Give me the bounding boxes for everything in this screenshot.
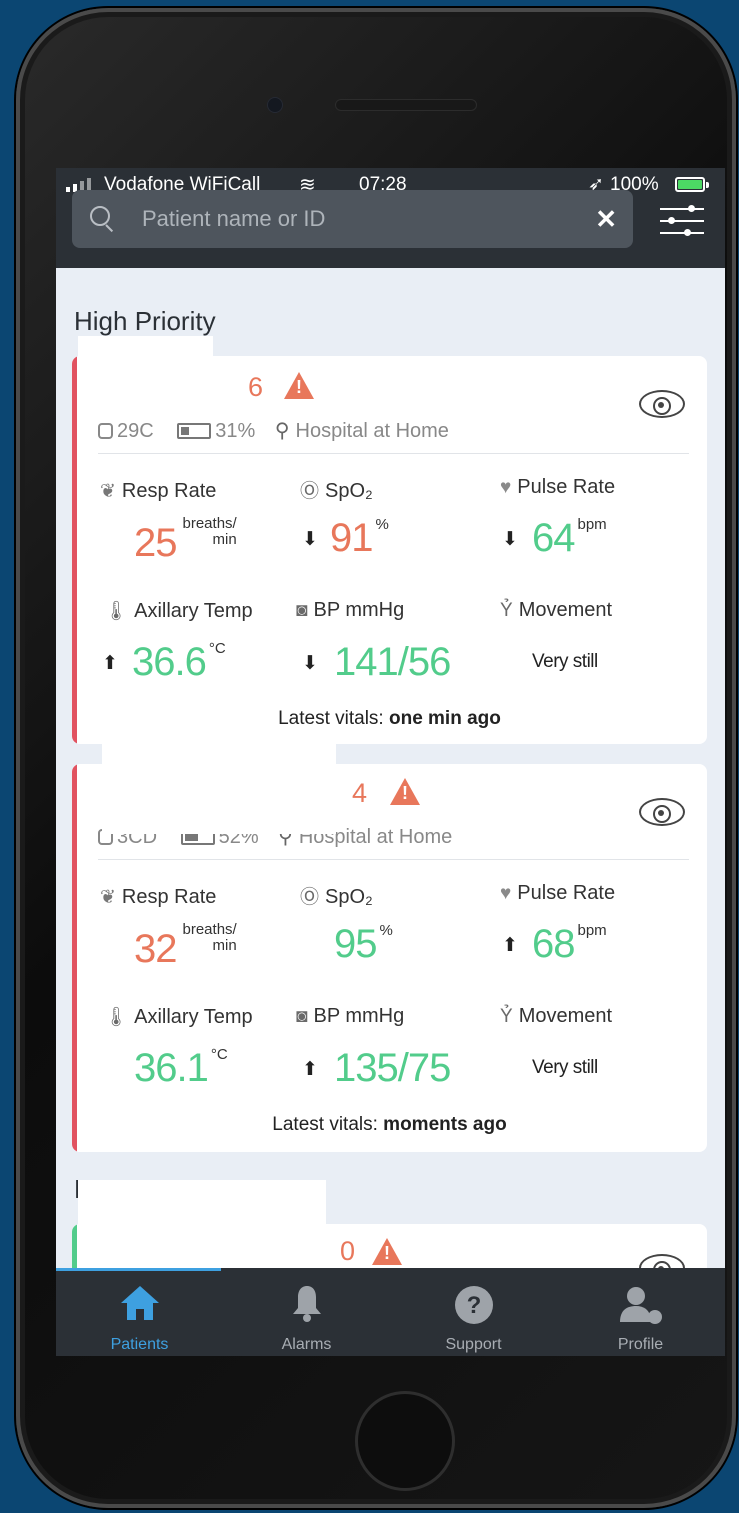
watch-eye-icon[interactable] xyxy=(639,798,685,826)
movement-label: Ỷ Movement xyxy=(500,1005,613,1027)
heart-icon: ♥ xyxy=(500,477,512,498)
pulse-rate-label: ♥ Pulse Rate xyxy=(500,476,616,498)
bp-label: ◙ BP mmHg xyxy=(296,1005,405,1027)
device-id: 29C xyxy=(117,420,154,442)
device-battery: 31% xyxy=(215,420,256,442)
spo2-label: Ⓞ SpO₂ xyxy=(300,886,373,908)
spo2-label: Ⓞ SpO₂ xyxy=(300,480,373,502)
device-icon xyxy=(98,423,113,439)
temp-value: 36.6 °C xyxy=(132,640,226,684)
thermometer-icon: 🌡 xyxy=(104,601,129,622)
bp-cuff-icon: ◙ xyxy=(296,600,308,621)
alert-count: 0 xyxy=(340,1236,356,1266)
warning-icon xyxy=(372,1238,402,1265)
bell-icon xyxy=(292,1286,321,1322)
search-icon xyxy=(90,206,110,226)
temp-label: 🌡 Axillary Temp xyxy=(104,600,253,622)
watch-eye-icon[interactable] xyxy=(639,390,685,418)
trend-up-arrow: ⬆ xyxy=(502,935,518,956)
clear-search-icon[interactable]: ✕ xyxy=(595,204,617,235)
home-icon xyxy=(120,1286,159,1320)
trend-up-arrow: ⬆ xyxy=(302,1059,318,1080)
filter-sliders-icon[interactable] xyxy=(660,200,704,240)
bp-value: 135/75 xyxy=(334,1046,451,1090)
bp-label: ◙ BP mmHg xyxy=(296,599,405,621)
device-battery-icon xyxy=(177,423,212,439)
trend-down-arrow: ⬇ xyxy=(302,653,318,674)
home-button[interactable] xyxy=(355,1391,455,1491)
bottom-tab-bar: Patients Alarms ? Support Profile xyxy=(56,1268,725,1356)
pulse-rate-value: 64 bpm xyxy=(532,516,607,560)
svg-text:?: ? xyxy=(466,1292,481,1319)
warning-icon xyxy=(284,372,314,399)
search-input[interactable] xyxy=(140,202,564,236)
resp-rate-label: ❦ Resp Rate xyxy=(100,480,217,502)
thermometer-icon: 🌡 xyxy=(104,1007,129,1028)
divider xyxy=(98,859,689,860)
redacted-patient-name xyxy=(102,744,336,834)
app-screen: Vodafone WiFiCall ≋ 07:28 ➶ 100% ✕ High … xyxy=(56,168,725,1356)
question-icon: ? xyxy=(454,1286,493,1324)
lungs-icon: ❦ xyxy=(100,481,116,502)
temp-label: 🌡 Axillary Temp xyxy=(104,1006,253,1028)
trend-down-arrow: ⬇ xyxy=(302,529,318,550)
priority-indicator xyxy=(72,764,77,1152)
movement-value: Very still xyxy=(532,651,598,672)
patient-meta: 29C 31% ⚲ Hospital at Home xyxy=(98,418,449,443)
latest-vitals: Latest vitals: moments ago xyxy=(272,1114,507,1135)
lungs-icon: ❦ xyxy=(100,887,116,908)
tab-alarms[interactable]: Alarms xyxy=(223,1268,390,1356)
latest-vitals: Latest vitals: one min ago xyxy=(278,708,501,729)
resp-rate-value: 25 breaths/min xyxy=(134,515,237,566)
profile-icon xyxy=(619,1287,662,1324)
front-camera xyxy=(267,97,283,113)
spo2-value: 95% xyxy=(334,922,393,966)
search-bar[interactable]: ✕ xyxy=(72,190,633,248)
movement-value: Very still xyxy=(532,1057,598,1078)
movement-label: Ỷ Movement xyxy=(500,599,613,621)
bp-value: 141/56 xyxy=(334,640,451,684)
alert-count: 6 xyxy=(248,372,264,402)
pulse-rate-value: 68 bpm xyxy=(532,922,607,966)
priority-indicator xyxy=(72,356,77,744)
redacted-patient-name xyxy=(78,1180,326,1274)
tab-support[interactable]: ? Support xyxy=(390,1268,557,1356)
trend-down-arrow: ⬇ xyxy=(502,529,518,550)
patient-location: Hospital at Home xyxy=(295,420,449,442)
oxygen-icon: Ⓞ xyxy=(300,887,320,908)
pulse-rate-label: ♥ Pulse Rate xyxy=(500,882,616,904)
redacted-patient-name xyxy=(78,336,213,376)
person-icon: Ỷ xyxy=(500,1006,513,1027)
tab-profile[interactable]: Profile xyxy=(557,1268,724,1356)
tab-patients[interactable]: Patients xyxy=(56,1268,223,1356)
trend-up-arrow: ⬆ xyxy=(102,653,118,674)
resp-rate-value: 32 breaths/min xyxy=(134,921,237,972)
battery-icon xyxy=(675,177,709,192)
section-title-high-priority: High Priority xyxy=(74,306,216,336)
patient-card[interactable]: 6 29C 31% ⚲Hospital at Home ❦Resp Rate 2… xyxy=(72,356,707,744)
location-pin-icon: ⚲ xyxy=(274,420,290,442)
resp-rate-label: ❦ Resp Rate xyxy=(100,886,217,908)
alert-count: 4 xyxy=(352,778,368,808)
temp-value: 36.1 °C xyxy=(134,1046,228,1090)
bp-cuff-icon: ◙ xyxy=(296,1006,308,1027)
earpiece-speaker xyxy=(335,99,477,111)
heart-icon: ♥ xyxy=(500,883,512,904)
person-icon: Ỷ xyxy=(500,600,513,621)
spo2-value: 91% xyxy=(330,516,389,560)
top-bar: Vodafone WiFiCall ≋ 07:28 ➶ 100% ✕ xyxy=(56,168,725,268)
warning-icon xyxy=(390,778,420,805)
oxygen-icon: Ⓞ xyxy=(300,481,320,502)
divider xyxy=(98,453,689,454)
